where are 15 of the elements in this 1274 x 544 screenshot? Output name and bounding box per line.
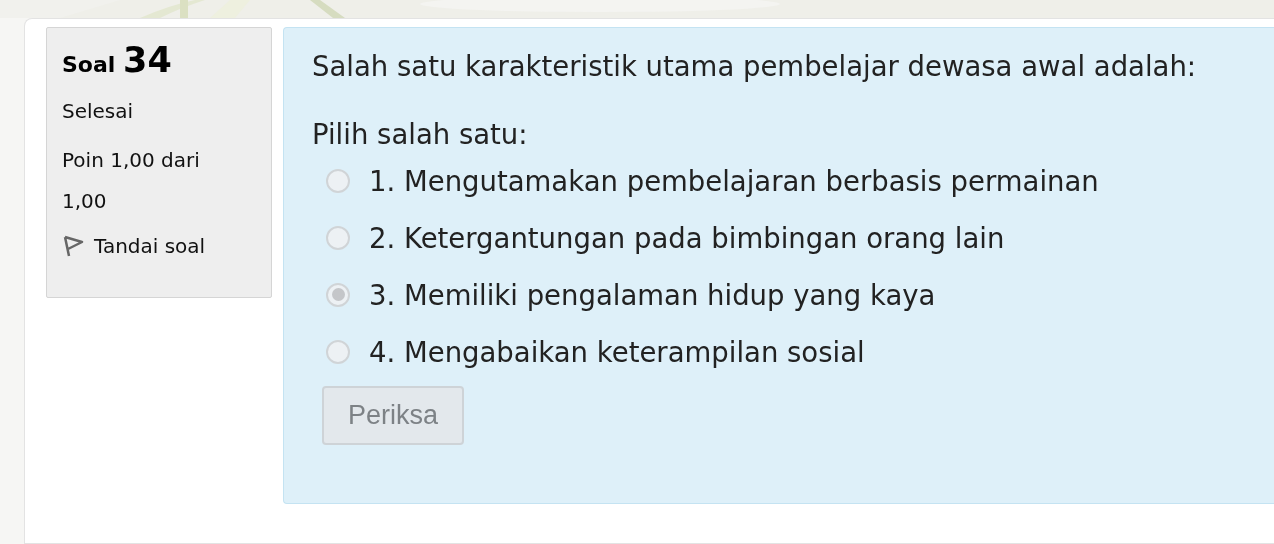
flag-icon [62,234,84,258]
answer-option[interactable]: 1. Mengutamakan pembelajaran berbasis permainan [326,152,1274,209]
radio-button[interactable] [326,339,350,364]
question-grade: Poin 1,00 dari 1,00 [62,147,201,215]
answer-prompt: Pilih salah satu: [312,118,529,150]
answer-option[interactable]: 2. Ketergantungan pada bimbingan orang lain [326,209,1274,266]
question-number: Soal 34 [62,42,173,82]
question-text: Salah satu karakteristik utama pembelajar dewasa awal adalah: [312,50,1198,82]
radio-button[interactable] [326,225,350,250]
flag-question-link[interactable]: Tandai soal [62,234,256,258]
radio-button[interactable] [326,168,350,193]
question-state: Selesai [62,98,135,125]
radio-button[interactable] [326,282,350,307]
answer-option[interactable]: 3. Memiliki pengalaman hidup yang kaya [326,266,1274,323]
answer-option[interactable]: 4. Mengabaikan keterampilan sosial [326,323,1274,380]
